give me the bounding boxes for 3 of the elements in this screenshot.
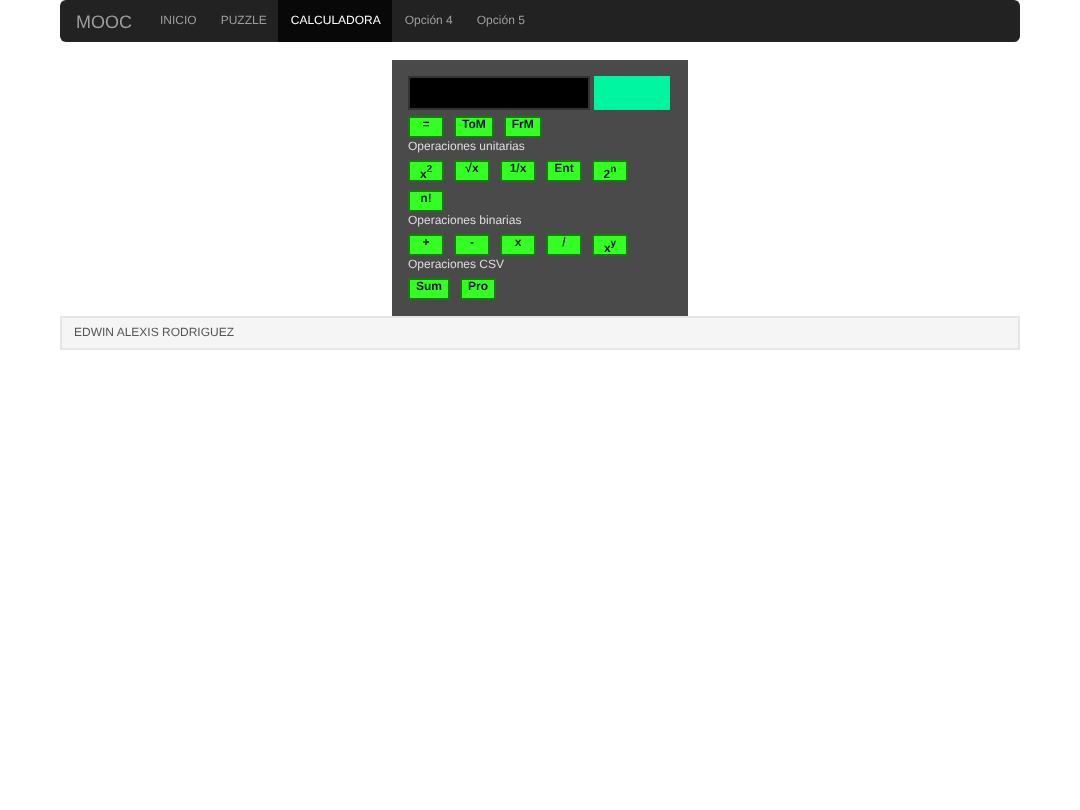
display-field[interactable] [408,76,590,110]
memory-display [594,76,670,110]
brand-link[interactable]: MOOC [60,0,148,42]
